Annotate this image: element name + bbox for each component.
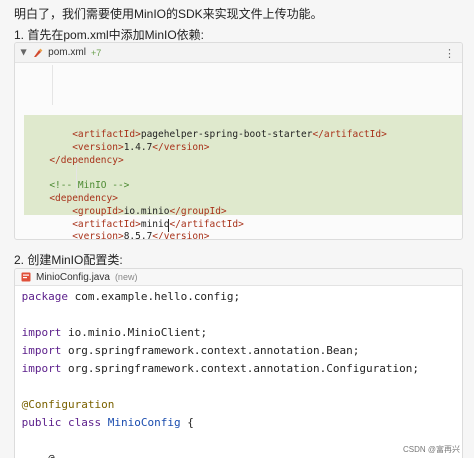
code-line: <groupId>io.minio</groupId> [15,206,462,219]
xml-tag: </version> [152,231,210,240]
code-line [15,378,462,396]
keyword: import [21,326,62,339]
code-text: org.springframework.context.annotation.C… [61,362,419,375]
file-name: pom.xml [48,47,86,58]
change-badge: +7 [90,47,102,58]
code-line [15,432,462,450]
xml-value: 1.4.7 [123,141,153,153]
code-line: <version>8.5.7</version> [15,231,462,240]
code-line: import org.springframework.context.annot… [15,342,462,360]
code-line: package com.example.hello.config; [15,288,462,306]
code-line: <dependency> [15,193,462,206]
keyword: package [21,290,68,303]
code-text: io.minio.MinioClient; [61,326,208,339]
xml-tag: <version> [72,141,124,153]
xml-value: 8.5.7 [123,231,153,240]
xml-tag: <version> [72,231,124,240]
xml-tag: <artifactId> [72,128,141,140]
code-line: </dependency> [15,155,462,168]
xml-tag: </dependency> [49,154,124,166]
code-line [15,306,462,324]
code-line: <!-- MinIO --> [15,180,462,193]
annotation: @Configuration [21,398,115,411]
code-line: @ [15,450,462,458]
chat-page: 明白了，我们需要使用MinIO的SDK来实现文件上传功能。 1. 首先在pom.… [0,0,474,458]
chevron-icon[interactable]: ▶ [20,49,29,55]
code-line: public class MinioConfig { [15,414,462,432]
xml-value: pagehelper-spring-boot-starter [140,128,313,140]
code-text: { [180,416,194,429]
xml-tag: <groupId> [72,205,124,217]
intro-text: 明白了，我们需要使用MinIO的SDK来实现文件上传功能。 [14,7,323,21]
code-line: <version>1.4.7</version> [15,142,462,155]
code-text: com.example.hello.config; [67,290,241,303]
xml-tag: </artifactId> [312,128,387,140]
code-line: import org.springframework.context.annot… [15,360,462,378]
new-badge: (new) [114,272,138,282]
java-file-icon [21,272,31,282]
code-line: @Configuration [15,396,462,414]
xml-tag: <dependency> [49,192,118,204]
xml-file-icon [33,48,43,58]
code-comment: <!-- MinIO --> [49,180,130,192]
more-icon[interactable]: ⋮ [444,47,455,60]
class-name: MinioConfig [101,416,181,429]
code-content-pom: <artifactId>pagehelper-spring-boot-start… [15,63,462,240]
code-text: org.springframework.context.annotation.B… [61,344,360,357]
step2-heading: 2. 创建MinIO配置类: [14,253,123,267]
code-text: @ [22,452,55,458]
code-header-minioconfig[interactable]: MinioConfig.java (new) [15,269,462,286]
code-block-pom: ▶ pom.xml +7 ⋮ <artifactId>pagehelper-sp… [14,42,463,240]
keyword: import [21,362,62,375]
code-header-pom[interactable]: ▶ pom.xml +7 ⋮ [15,43,462,63]
code-content-minioconfig: package com.example.hello.config; import… [15,286,462,458]
code-line: <artifactId>minio</artifactId> [15,219,462,232]
code-line: import io.minio.MinioClient; [15,324,462,342]
xml-tag: </groupId> [169,205,227,217]
step1-heading: 1. 首先在pom.xml中添加MinIO依赖: [14,28,205,42]
code-block-minioconfig: MinioConfig.java (new) package com.examp… [14,268,463,458]
file-name: MinioConfig.java [36,271,110,283]
text-cursor [168,219,169,232]
xml-value: io.minio [123,205,170,217]
keyword: import [21,344,62,357]
xml-tag: </version> [152,141,210,153]
code-line: <artifactId>pagehelper-spring-boot-start… [15,129,462,142]
xml-tag: </artifactId> [169,218,244,230]
xml-tag: <artifactId> [72,218,141,230]
xml-value: minio [140,218,170,230]
code-line [15,167,462,180]
keyword: public class [21,416,102,429]
